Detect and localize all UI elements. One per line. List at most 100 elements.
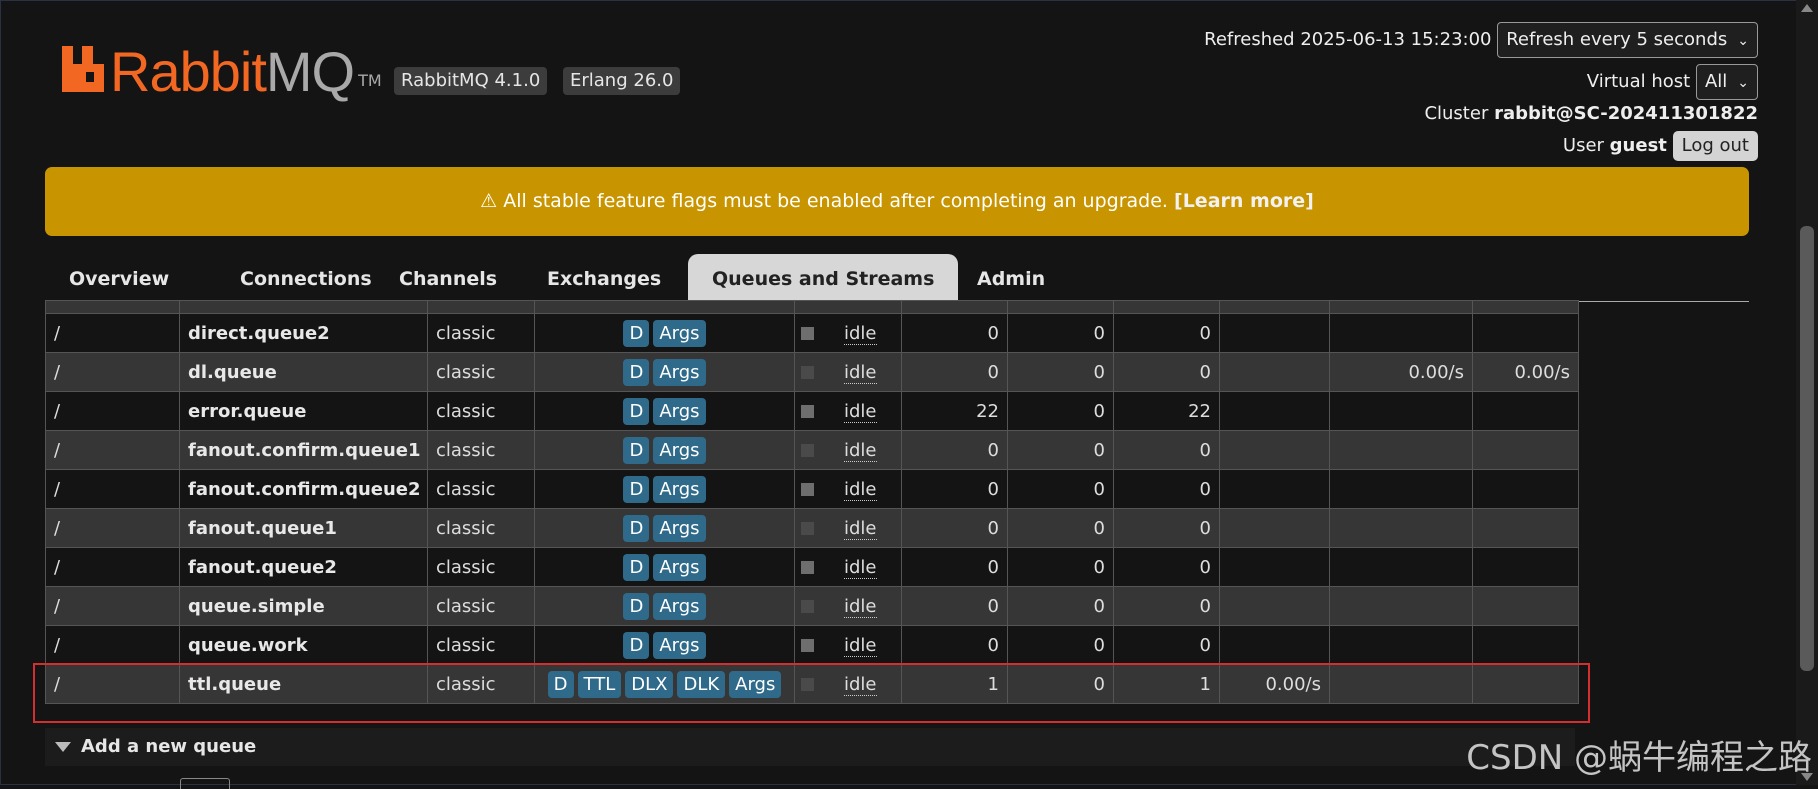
- state-label: idle: [844, 322, 877, 345]
- queue-state-cell: idle: [794, 547, 902, 587]
- messages-ready-cell: 0: [901, 313, 1008, 353]
- rate-ack-cell: [1472, 508, 1579, 548]
- state-indicator-icon: [801, 327, 814, 340]
- messages-total-cell: 0: [1113, 625, 1220, 665]
- state-indicator-icon: [801, 522, 814, 535]
- rate-deliver-cell: [1329, 469, 1473, 509]
- messages-unacked-cell: 0: [1007, 313, 1114, 353]
- rate-deliver-cell: [1329, 586, 1473, 626]
- queue-name-link[interactable]: dl.queue: [179, 352, 428, 392]
- queue-type-cell: classic: [427, 625, 535, 665]
- feature-tag-args: Args: [653, 553, 706, 581]
- cluster-row: Cluster rabbit@SC-202411301822: [1424, 103, 1758, 124]
- tab-overview[interactable]: Overview: [45, 254, 193, 301]
- table-row: / fanout.queue1 classic D Args idle 0 0 0: [45, 508, 1579, 548]
- queue-type-cell: classic: [427, 391, 535, 431]
- tab-queues-and-streams[interactable]: Queues and Streams: [688, 254, 959, 301]
- scroll-up-arrow-icon[interactable]: [1801, 4, 1813, 12]
- tab-admin[interactable]: Admin: [953, 254, 1069, 301]
- messages-total-cell: 0: [1113, 430, 1220, 470]
- feature-tag-d: D: [623, 631, 650, 659]
- state-label: idle: [844, 439, 877, 462]
- feature-tag-d: D: [623, 592, 650, 620]
- rate-incoming-cell: [1219, 508, 1330, 548]
- user-label: User: [1562, 135, 1604, 156]
- refresh-interval-select[interactable]: Refresh every 5 seconds ⌄: [1497, 22, 1758, 58]
- tab-channels[interactable]: Channels: [375, 254, 521, 301]
- messages-ready-cell: 0: [901, 625, 1008, 665]
- messages-unacked-cell: 0: [1007, 547, 1114, 587]
- vhost-value: All: [1704, 71, 1728, 92]
- tab-connections[interactable]: Connections: [216, 254, 396, 301]
- queue-vhost-cell: /: [45, 313, 180, 353]
- queue-type-cell: classic: [427, 430, 535, 470]
- refresh-row: Refreshed 2025-06-13 15:23:00 Refresh ev…: [1204, 22, 1758, 58]
- queue-state-cell: idle: [794, 391, 902, 431]
- queue-name-link[interactable]: queue.simple: [179, 586, 428, 626]
- messages-unacked-cell: 0: [1007, 508, 1114, 548]
- state-label: idle: [844, 634, 877, 657]
- messages-ready-cell: 22: [901, 391, 1008, 431]
- feature-tag-d: D: [623, 436, 650, 464]
- feature-tag-d: D: [623, 514, 650, 542]
- rate-incoming-cell: [1219, 469, 1330, 509]
- rate-deliver-cell: [1329, 508, 1473, 548]
- queue-name-link[interactable]: direct.queue2: [179, 313, 428, 353]
- scrollbar-thumb[interactable]: [1800, 226, 1814, 671]
- queue-name-link[interactable]: error.queue: [179, 391, 428, 431]
- queue-vhost-cell: /: [45, 430, 180, 470]
- queue-vhost-cell: /: [45, 547, 180, 587]
- user-name: guest: [1609, 135, 1667, 156]
- cluster-label: Cluster: [1424, 103, 1489, 124]
- table-row: / fanout.confirm.queue2 classic D Args idle 0 0…: [45, 469, 1579, 509]
- rate-deliver-cell: 0.00/s: [1329, 352, 1473, 392]
- state-indicator-icon: [801, 639, 814, 652]
- feature-tag-d: D: [623, 553, 650, 581]
- rate-ack-cell: 0.00/s: [1472, 352, 1579, 392]
- queue-name-link[interactable]: fanout.confirm.queue2: [179, 469, 428, 509]
- form-field-partial[interactable]: [180, 778, 230, 789]
- queue-vhost-cell: /: [45, 391, 180, 431]
- rate-incoming-cell: [1219, 313, 1330, 353]
- chevron-down-icon: ⌄: [1737, 33, 1749, 49]
- logout-button[interactable]: Log out: [1672, 131, 1758, 161]
- queues-table-body: / direct.queue2 classic D Args idle 0 0 0/dl.que…: [45, 300, 1579, 704]
- vhost-select[interactable]: All ⌄: [1695, 64, 1758, 100]
- table-row: / fanout.queue2 classic D Args idle 0 0 0: [45, 547, 1579, 587]
- queue-name-link[interactable]: fanout.confirm.queue1: [179, 430, 428, 470]
- queue-type-cell: classic: [427, 352, 535, 392]
- user-row: User guest Log out: [1563, 131, 1758, 161]
- messages-ready-cell: 0: [901, 352, 1008, 392]
- rate-incoming-cell: [1219, 625, 1330, 665]
- queue-features-cell: D Args: [534, 469, 795, 509]
- learn-more-link[interactable]: [Learn more]: [1174, 190, 1314, 212]
- messages-total-cell: 22: [1113, 391, 1220, 431]
- tab-exchanges[interactable]: Exchanges: [523, 254, 685, 301]
- add-queue-section-header[interactable]: Add a new queue: [45, 728, 1575, 766]
- page-scrollbar[interactable]: [1796, 0, 1818, 785]
- messages-total-cell: 0: [1113, 352, 1220, 392]
- feature-tag-args: Args: [653, 592, 706, 620]
- queue-name-link[interactable]: queue.work: [179, 625, 428, 665]
- queue-type-cell: classic: [427, 586, 535, 626]
- state-indicator-icon: [801, 444, 814, 457]
- messages-ready-cell: 0: [901, 469, 1008, 509]
- rate-ack-cell: [1472, 313, 1579, 353]
- rabbitmq-version-badge: RabbitMQ 4.1.0: [394, 67, 548, 95]
- table-row: [45, 300, 1579, 314]
- messages-unacked-cell: 0: [1007, 352, 1114, 392]
- queue-name-link[interactable]: fanout.queue1: [179, 508, 428, 548]
- state-label: idle: [844, 517, 877, 540]
- rabbitmq-logo[interactable]: Rabbit MQ TM: [62, 40, 382, 100]
- state-indicator-icon: [801, 561, 814, 574]
- state-indicator-icon: [801, 600, 814, 613]
- messages-ready-cell: 0: [901, 508, 1008, 548]
- feature-tag-args: Args: [653, 397, 706, 425]
- rate-incoming-cell: [1219, 586, 1330, 626]
- state-indicator-icon: [801, 405, 814, 418]
- queues-table: / direct.queue2 classic D Args idle 0 0 0/dl.que…: [45, 300, 1579, 704]
- queue-features-cell: D Args: [534, 547, 795, 587]
- queue-name-link[interactable]: fanout.queue2: [179, 547, 428, 587]
- feature-tag-args: Args: [653, 475, 706, 503]
- rate-deliver-cell: [1329, 625, 1473, 665]
